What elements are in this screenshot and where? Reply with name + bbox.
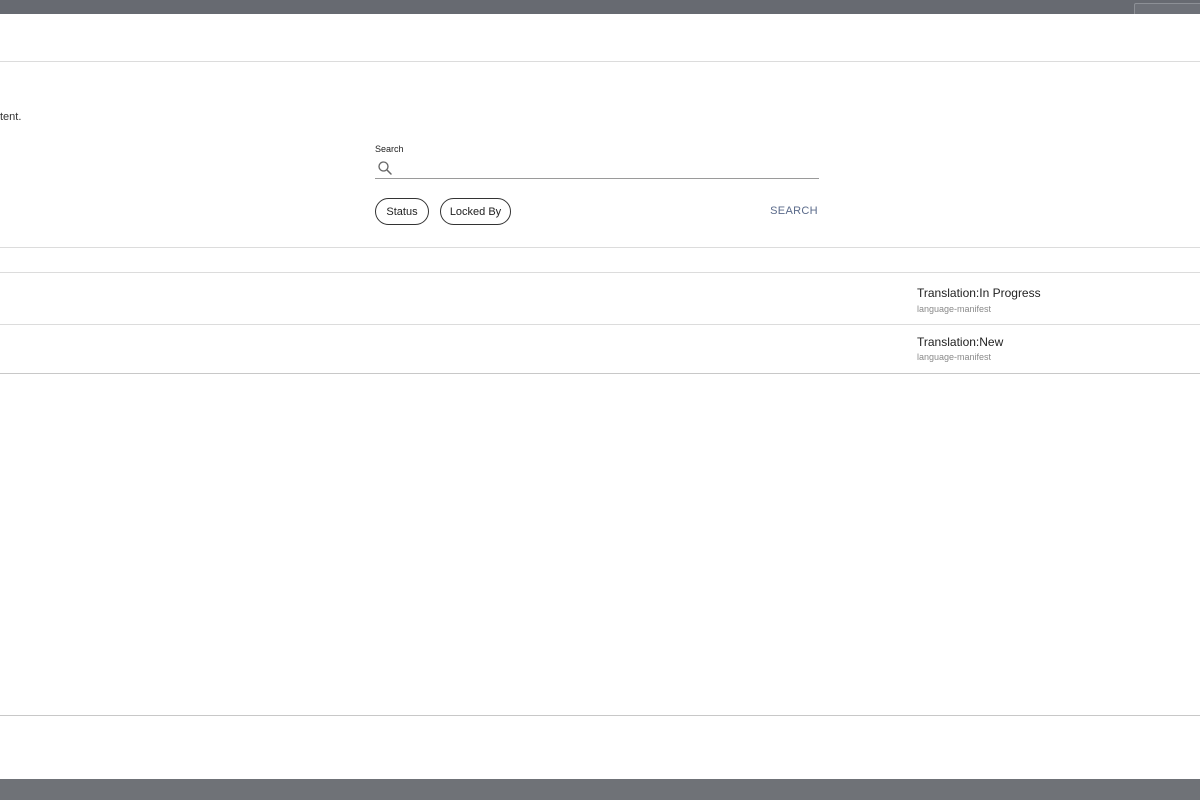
footer-divider <box>0 715 1200 716</box>
background-overlay-bottom <box>0 779 1200 800</box>
search-input[interactable] <box>398 159 819 177</box>
table-row[interactable]: Translation:New language-manifest <box>0 325 1200 373</box>
table-row[interactable]: Translation:In Progress language-manifes… <box>0 273 1200 324</box>
search-button[interactable]: SEARCH <box>770 202 818 220</box>
locked-by-filter-chip[interactable]: Locked By <box>440 198 511 225</box>
search-label: Search <box>375 144 404 154</box>
row-title: Translation:New <box>917 335 1004 349</box>
dialog-description: tent. <box>0 111 22 123</box>
background-overlay-top <box>0 0 1200 17</box>
row-title: Translation:In Progress <box>917 286 1041 300</box>
table-bottom-divider <box>0 373 1200 374</box>
row-subtitle: language-manifest <box>917 304 992 314</box>
search-field[interactable] <box>375 158 819 179</box>
divider <box>0 247 1200 248</box>
search-icon <box>378 161 392 175</box>
dialog-header <box>0 14 1200 62</box>
row-subtitle: language-manifest <box>917 352 992 362</box>
status-filter-chip[interactable]: Status <box>375 198 429 225</box>
dialog: tent. Search Status Locked By SEARCH Tra… <box>0 14 1200 779</box>
